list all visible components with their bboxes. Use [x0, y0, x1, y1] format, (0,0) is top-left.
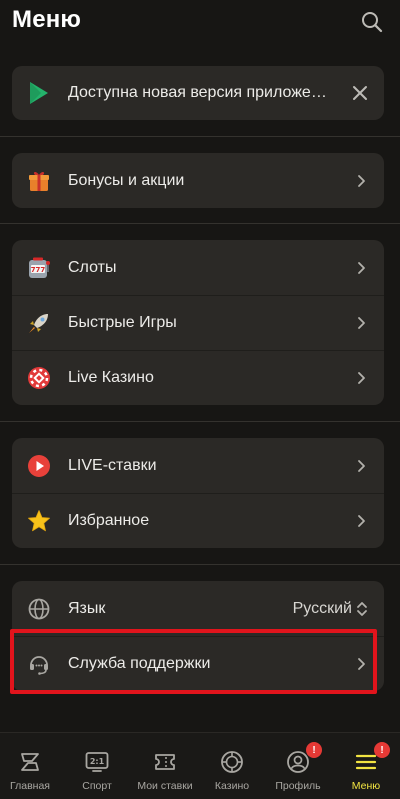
- divider: [0, 421, 400, 422]
- sports-card: LIVE-ставки Избранное: [12, 438, 384, 548]
- tab-label: Главная: [10, 780, 50, 792]
- ticket-icon: [153, 750, 177, 774]
- menu-item-language[interactable]: Язык Русский: [12, 581, 384, 636]
- tab-profile[interactable]: ! Профиль: [263, 733, 333, 799]
- tab-label: Казино: [214, 780, 250, 792]
- tab-sport[interactable]: 2:1 Спорт: [62, 733, 132, 799]
- slot-machine-icon: 777: [26, 255, 52, 281]
- menu-item-slots[interactable]: 777 Слоты: [12, 240, 384, 295]
- language-value: Русский: [292, 599, 352, 617]
- chevron-right-icon: [358, 372, 365, 384]
- tab-label: Меню: [351, 780, 381, 792]
- search-button[interactable]: [360, 10, 384, 34]
- close-icon: [353, 86, 367, 100]
- tab-casino[interactable]: Казино: [197, 733, 267, 799]
- scoreboard-icon: 2:1: [85, 750, 109, 774]
- gift-icon: [26, 168, 52, 194]
- header: Меню: [0, 0, 400, 44]
- search-icon: [362, 12, 383, 33]
- update-banner-text: Доступна новая версия приложения: [68, 84, 334, 101]
- home-icon: [18, 750, 42, 774]
- menu-icon: !: [354, 742, 390, 774]
- svg-text:777: 777: [31, 265, 46, 273]
- bottom-tab-bar: Главная 2:1 Спорт Мои ставки Казино ! Пр…: [0, 732, 400, 799]
- globe-icon: [26, 596, 52, 622]
- menu-item-label: Избранное: [68, 512, 150, 529]
- chevron-right-icon: [358, 459, 365, 472]
- tab-menu[interactable]: ! Меню: [331, 733, 400, 799]
- chevron-right-icon: [358, 174, 365, 187]
- close-button[interactable]: [352, 85, 368, 101]
- menu-item-live-casino[interactable]: Live Казино: [12, 350, 384, 405]
- update-banner-row[interactable]: Доступна новая версия приложения: [12, 66, 384, 120]
- promos-card: Бонусы и акции: [12, 153, 384, 208]
- tab-my-bets[interactable]: Мои ставки: [130, 733, 200, 799]
- menu-item-label: Слоты: [68, 258, 117, 276]
- profile-icon: !: [286, 742, 322, 774]
- chevron-right-icon: [358, 261, 365, 274]
- headset-icon: [26, 651, 52, 677]
- chevron-up-down-icon: [357, 601, 367, 616]
- settings-card: Язык Русский Служба поддержки: [12, 581, 384, 691]
- menu-item-favorites[interactable]: Избранное: [12, 493, 384, 548]
- chip-icon: [220, 750, 244, 774]
- casino-card: 777 Слоты Быстрые Игры Live Казино: [12, 240, 384, 405]
- scoreboard-text: 2:1: [90, 757, 105, 766]
- menu-item-label: Быстрые Игры: [68, 314, 177, 331]
- chevron-right-icon: [358, 317, 365, 329]
- divider: [0, 136, 400, 137]
- menu-item-quick-games[interactable]: Быстрые Игры: [12, 295, 384, 350]
- menu-item-bonuses[interactable]: Бонусы и акции: [12, 153, 384, 208]
- tab-home[interactable]: Главная: [0, 733, 65, 799]
- tab-label: Профиль: [275, 780, 321, 792]
- rocket-icon: [26, 310, 52, 336]
- update-banner[interactable]: Доступна новая версия приложения: [12, 66, 384, 120]
- menu-item-label: Live Казино: [68, 369, 154, 386]
- chevron-right-icon: [358, 515, 365, 527]
- notification-badge: !: [306, 742, 322, 758]
- tab-label: Спорт: [82, 780, 112, 792]
- menu-item-label: Служба поддержки: [68, 655, 211, 672]
- play-icon: [26, 453, 52, 479]
- divider: [0, 223, 400, 224]
- casino-chip-icon: [26, 365, 52, 391]
- menu-item-label: Бонусы и акции: [68, 171, 185, 189]
- chevron-right-icon: [358, 658, 365, 670]
- page-title: Меню: [12, 6, 82, 33]
- tab-label: Мои ставки: [137, 780, 193, 792]
- divider: [0, 564, 400, 565]
- menu-item-label: Язык: [68, 599, 106, 617]
- menu-item-label: LIVE-ставки: [68, 456, 157, 474]
- notification-badge: !: [374, 742, 390, 758]
- menu-item-support[interactable]: Служба поддержки: [12, 636, 384, 691]
- star-icon: [26, 508, 52, 534]
- google-play-icon: [26, 80, 52, 106]
- menu-item-live-bets[interactable]: LIVE-ставки: [12, 438, 384, 493]
